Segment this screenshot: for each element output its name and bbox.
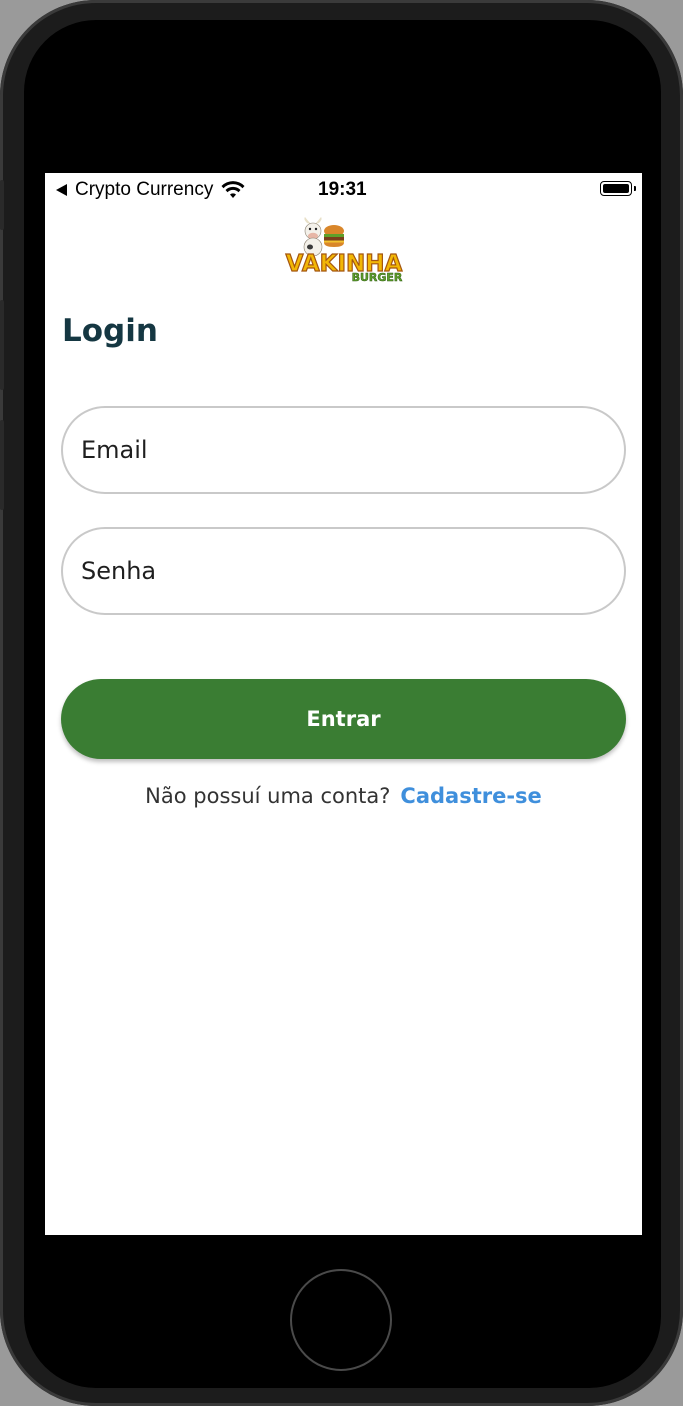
page-title: Login: [62, 313, 158, 349]
status-time: 19:31: [318, 179, 367, 200]
vakinha-burger-logo: VAKINHA BURGER: [285, 217, 403, 283]
back-to-app[interactable]: Crypto Currency: [56, 179, 245, 201]
battery-icon: [600, 181, 636, 196]
back-arrow-icon: [56, 184, 67, 196]
volume-up-button: [0, 300, 4, 390]
status-bar: Crypto Currency 19:31: [45, 173, 642, 205]
login-button[interactable]: Entrar: [61, 679, 626, 759]
wifi-icon: [221, 181, 245, 198]
volume-down-button: [0, 420, 4, 510]
signup-link[interactable]: Cadastre-se: [400, 784, 541, 808]
home-button[interactable]: [290, 1269, 392, 1371]
svg-text:BURGER: BURGER: [352, 271, 403, 283]
signup-prompt: Não possuí uma conta? Cadastre-se: [45, 784, 642, 808]
mute-switch: [0, 180, 4, 230]
email-field[interactable]: [61, 406, 626, 494]
app-screen: Crypto Currency 19:31 VAKINHA BURGER Log…: [45, 173, 642, 1235]
phone-frame: Crypto Currency 19:31 VAKINHA BURGER Log…: [0, 0, 683, 1406]
signup-prompt-text: Não possuí uma conta?: [145, 784, 391, 808]
password-field[interactable]: [61, 527, 626, 615]
back-app-label: Crypto Currency: [75, 179, 214, 200]
